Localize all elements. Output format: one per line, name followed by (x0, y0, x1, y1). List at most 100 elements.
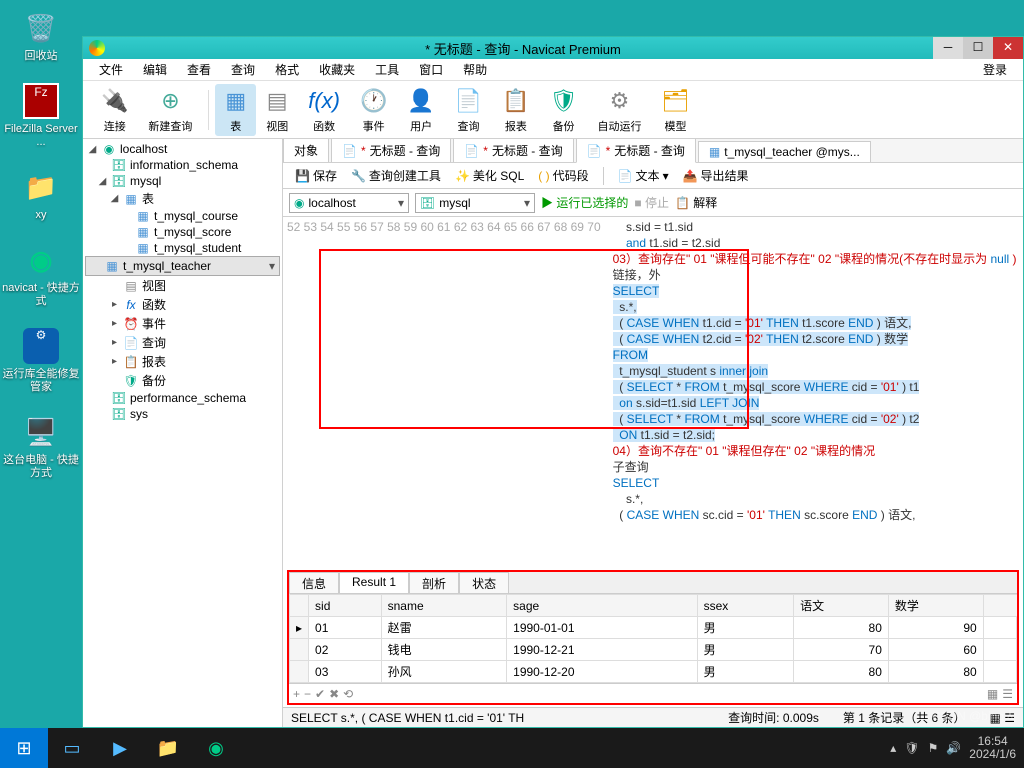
tb-table[interactable]: ▦表 (215, 84, 256, 136)
grid-del-icon[interactable]: − (304, 687, 311, 701)
tree-mysql[interactable]: ◢🗄mysql (85, 173, 280, 189)
tree-funcs[interactable]: ▸fx函数 (85, 295, 280, 314)
rtab-profile[interactable]: 剖析 (409, 572, 459, 593)
tray-sound-icon[interactable]: 🔊 (946, 741, 961, 755)
task-explorer[interactable]: ▭ (48, 728, 96, 768)
grid-cancel-icon[interactable]: ✖ (329, 687, 339, 701)
qb-export[interactable]: 📤导出结果 (677, 165, 755, 186)
tb-func[interactable]: f(x)函数 (298, 84, 350, 136)
tree-t-score[interactable]: ▸▦t_mysql_score (85, 224, 280, 240)
tb-backup[interactable]: 🛡备份 (540, 84, 588, 136)
maximize-button[interactable]: ☐ (963, 37, 993, 59)
tb-newquery[interactable]: ⊕新建查询 (138, 84, 202, 136)
desktop-navicat[interactable]: ◉navicat - 快捷方式 (0, 240, 82, 308)
tab-query3[interactable]: 📄*无标题 - 查询 (576, 139, 696, 163)
col-sname[interactable]: sname (381, 595, 507, 617)
menu-file[interactable]: 文件 (89, 61, 133, 78)
desktop-filezilla[interactable]: FzFileZilla Server ... (0, 81, 82, 149)
result-row[interactable]: 02钱电1990-12-21男7060 (290, 639, 1017, 661)
watermark: CSDN @bing人 (932, 707, 1016, 724)
tray-chevron-icon[interactable]: ▴ (890, 741, 896, 755)
close-button[interactable]: ✕ (993, 37, 1023, 59)
tab-teacher[interactable]: ▦t_mysql_teacher @mys... (698, 141, 871, 162)
task-navicat[interactable]: ◉ (192, 728, 240, 768)
tree-backups[interactable]: ▸🛡备份 (85, 371, 280, 390)
col-sid[interactable]: sid (309, 595, 382, 617)
tree-querys[interactable]: ▸📄查询 (85, 333, 280, 352)
tab-query1[interactable]: 📄*无标题 - 查询 (331, 139, 451, 162)
sql-editor[interactable]: 52 53 54 55 56 57 58 59 60 61 62 63 64 6… (283, 217, 1023, 570)
rtab-info[interactable]: 信息 (289, 572, 339, 593)
col-sx[interactable]: 数学 (888, 595, 983, 617)
menu-query[interactable]: 查询 (221, 61, 265, 78)
desktop-recycle-bin[interactable]: 🗑️回收站 (0, 8, 82, 63)
menu-tools[interactable]: 工具 (365, 61, 409, 78)
col-sage[interactable]: sage (507, 595, 697, 617)
tray-shield-icon[interactable]: 🛡 (904, 741, 919, 755)
grid-view-icon[interactable]: ▦ (987, 687, 998, 701)
task-folder[interactable]: 📁 (144, 728, 192, 768)
tree-views[interactable]: ▸▤视图 (85, 276, 280, 295)
host-select[interactable]: ◉localhost (289, 193, 409, 213)
tree-reports[interactable]: ▸📋报表 (85, 352, 280, 371)
qb-builder[interactable]: 🔧查询创建工具 (345, 165, 447, 186)
titlebar[interactable]: * 无标题 - 查询 - Navicat Premium ─ ☐ ✕ (83, 37, 1023, 59)
minimize-button[interactable]: ─ (933, 37, 963, 59)
rtab-status[interactable]: 状态 (459, 572, 509, 593)
tab-query2[interactable]: 📄*无标题 - 查询 (453, 139, 573, 162)
connection-tree[interactable]: ◢◉localhost ◢🗄information_schema ◢🗄mysql… (83, 139, 283, 727)
tb-query[interactable]: 📄查询 (445, 84, 492, 136)
tb-report[interactable]: 📋报表 (492, 84, 539, 136)
tb-connect[interactable]: 🔌连接 (91, 84, 138, 136)
rtab-result1[interactable]: Result 1 (339, 572, 409, 593)
tb-user[interactable]: 👤用户 (397, 84, 444, 136)
grid-ok-icon[interactable]: ✔ (315, 687, 325, 701)
tb-auto[interactable]: ⚙自动运行 (588, 84, 652, 136)
col-yw[interactable]: 语文 (794, 595, 889, 617)
desktop-thispc[interactable]: 🖥️这台电脑 - 快捷方式 (0, 412, 82, 480)
tab-objects[interactable]: 对象 (283, 139, 329, 162)
desktop-runlib[interactable]: ⚙运行库全能修复管家 (0, 326, 82, 394)
task-powershell[interactable]: ▶ (96, 728, 144, 768)
tray-clock[interactable]: 16:542024/1/6 (969, 735, 1016, 761)
tb-view[interactable]: ▤视图 (256, 84, 298, 136)
tree-infoschema[interactable]: ◢🗄information_schema (85, 157, 280, 173)
menu-view[interactable]: 查看 (177, 61, 221, 78)
tree-tables[interactable]: ◢▦表 (85, 189, 280, 208)
qb-beautify[interactable]: ✨美化 SQL (449, 165, 530, 186)
grid-form-icon[interactable]: ☰ (1002, 687, 1013, 701)
col-ssex[interactable]: ssex (697, 595, 794, 617)
line-gutter: 52 53 54 55 56 57 58 59 60 61 62 63 64 6… (283, 217, 609, 570)
tb-event[interactable]: 🕐事件 (350, 84, 397, 136)
tree-t-teacher[interactable]: ▸▦t_mysql_teacher (85, 256, 280, 276)
tb-model[interactable]: 🗂模型 (652, 84, 700, 136)
qb-snippet[interactable]: ( )代码段 (532, 165, 594, 186)
tree-localhost[interactable]: ◢◉localhost (85, 141, 280, 157)
grid-refresh-icon[interactable]: ⟲ (343, 687, 353, 701)
menu-edit[interactable]: 编辑 (133, 61, 177, 78)
code-content[interactable]: s.sid = t1.sid and t1.sid = t2.sid 03）查询… (609, 217, 1021, 570)
result-row[interactable]: 03孙风1990-12-20男8080 (290, 661, 1017, 683)
menu-format[interactable]: 格式 (265, 61, 309, 78)
menu-help[interactable]: 帮助 (453, 61, 497, 78)
result-row[interactable]: ▸01赵雷1990-01-01男8090 (290, 617, 1017, 639)
menu-fav[interactable]: 收藏夹 (309, 61, 365, 78)
tree-t-student[interactable]: ▸▦t_mysql_student (85, 240, 280, 256)
tree-events[interactable]: ▸⏰事件 (85, 314, 280, 333)
tree-sys[interactable]: ▸🗄sys (85, 406, 280, 422)
run-selected-button[interactable]: ▶ 运行已选择的 (541, 194, 628, 211)
start-button[interactable]: ⊞ (0, 728, 48, 768)
qb-save[interactable]: 💾保存 (289, 165, 343, 186)
menu-window[interactable]: 窗口 (409, 61, 453, 78)
db-select[interactable]: 🗄mysql (415, 193, 535, 213)
result-grid[interactable]: sid sname sage ssex 语文 数学 ▸01赵雷1990-01-0… (289, 594, 1017, 683)
stop-button[interactable]: ■ 停止 (634, 194, 669, 211)
explain-button[interactable]: 📋 解释 (675, 194, 717, 211)
menu-login[interactable]: 登录 (973, 61, 1017, 78)
desktop-folder-xy[interactable]: 📁xy (0, 167, 82, 222)
tray-flag-icon[interactable]: ⚑ (928, 741, 939, 755)
grid-add-icon[interactable]: + (293, 687, 300, 701)
tree-t-course[interactable]: ▸▦t_mysql_course (85, 208, 280, 224)
qb-text[interactable]: 📄文本▾ (612, 165, 675, 186)
tree-perfschema[interactable]: ▸🗄performance_schema (85, 390, 280, 406)
